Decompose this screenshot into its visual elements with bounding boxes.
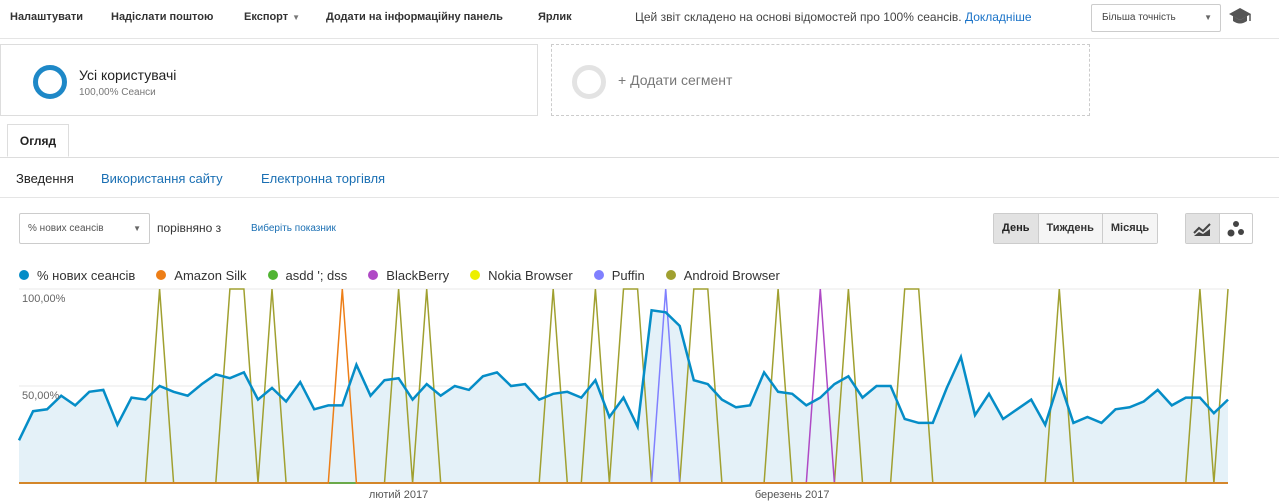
accuracy-select[interactable]: Більша точність ▼ [1091,4,1221,32]
add-segment-label: + Додати сегмент [618,72,733,88]
line-chart: 100,00% 50,00% лютий 2017 березень 2017 [17,288,1229,501]
report-tabs: Огляд [0,124,1279,158]
segment-ring-icon [33,65,67,99]
metric-value: % нових сеансів [28,223,104,234]
add-to-dashboard-button[interactable]: Додати на інформаційну панель [326,11,503,23]
motion-chart-button[interactable] [1220,214,1253,243]
x-tick-label: лютий 2017 [369,489,428,501]
metric-select[interactable]: % нових сеансів ▼ [19,213,150,244]
caret-down-icon: ▼ [1204,13,1212,22]
period-day-button[interactable]: День [994,214,1039,243]
graduation-cap-icon[interactable] [1228,6,1252,28]
report-toolbar: Налаштувати Надіслати поштою Експорт ▼ До… [0,0,1279,39]
bubbles-icon [1227,220,1244,236]
add-segment-button[interactable]: + Додати сегмент [551,44,1090,116]
divider [0,197,1279,198]
subnav-ecommerce[interactable]: Електронна торгівля [261,171,385,186]
caret-down-icon: ▼ [292,13,301,22]
sampling-info: Цей звіт складено на основі відомостей п… [635,10,1032,24]
y-tick-label: 100,00% [22,293,66,305]
email-button[interactable]: Надіслати поштою [111,11,213,23]
legend-dot-icon [19,270,29,280]
y-tick-label: 50,00% [22,390,60,402]
segment-all-users[interactable]: Усі користувачі 100,00% Сеанси [0,44,538,116]
segment-title: Усі користувачі [79,67,177,83]
segment-subtitle: 100,00% Сеанси [79,87,156,98]
period-month-button[interactable]: Місяць [1102,214,1158,243]
legend-dot-icon [368,270,379,280]
choose-metric-link[interactable]: Виберіть показник [251,223,336,234]
subnav-site-usage[interactable]: Використання сайту [101,171,223,186]
legend-dot-icon [156,270,167,280]
caret-down-icon: ▼ [133,224,141,233]
subnav-summary[interactable]: Зведення [16,171,74,186]
sampling-info-text: Цей звіт складено на основі відомостей п… [635,10,962,24]
learn-more-link[interactable]: Докладніше [965,10,1032,24]
legend-dot-icon [470,270,481,280]
customize-button[interactable]: Налаштувати [10,11,83,23]
period-toggle: День Тиждень Місяць [993,213,1159,244]
shortcut-button[interactable]: Ярлик [538,11,572,23]
export-button[interactable]: Експорт ▼ [244,11,300,23]
accuracy-value: Більша точність [1102,12,1176,23]
export-label: Експорт [244,11,289,23]
line-chart-icon [1193,222,1211,236]
legend-dot-icon [267,270,278,280]
line-chart-button[interactable] [1186,214,1220,243]
tab-overview[interactable]: Огляд [7,124,69,157]
compare-label: порівняно з [157,221,222,235]
legend-dot-icon [593,270,604,280]
period-week-button[interactable]: Тиждень [1038,214,1103,243]
chart-type-toggle [1185,213,1253,244]
segment-placeholder-ring-icon [572,65,606,99]
legend-dot-icon [665,270,676,280]
x-tick-label: березень 2017 [755,489,830,501]
